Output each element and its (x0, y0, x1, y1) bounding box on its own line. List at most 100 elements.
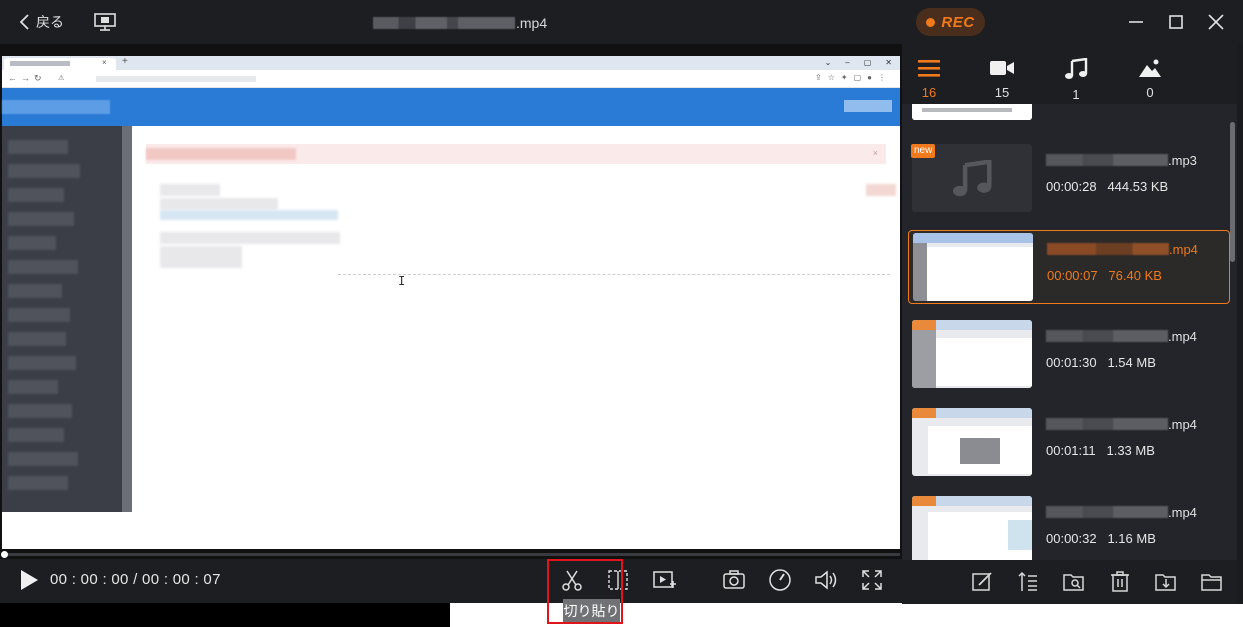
enhance-icon[interactable] (651, 567, 677, 593)
sort-icon[interactable] (1016, 570, 1040, 594)
thumbnail (912, 496, 1032, 560)
file-meta: 00:01:30 1.54 MB (1046, 355, 1156, 370)
thumbnail (912, 320, 1032, 388)
file-size: 1.54 MB (1107, 355, 1156, 370)
file-meta: 00:00:07 76.40 KB (1047, 268, 1162, 283)
recorded-site-header (2, 88, 900, 126)
recorded-content (160, 210, 338, 220)
trash-icon[interactable] (1108, 570, 1132, 594)
video-icon (990, 61, 1014, 75)
recorded-sidebar (2, 126, 132, 512)
monitor-icon[interactable] (93, 12, 117, 32)
export-icon[interactable] (1154, 570, 1178, 594)
search-folder-icon[interactable] (1062, 570, 1086, 594)
progress-bar[interactable] (0, 549, 902, 559)
filter-video[interactable]: 15 (977, 52, 1027, 102)
list-scrollbar[interactable] (1230, 122, 1235, 262)
thumbnail (913, 233, 1033, 301)
rec-button[interactable]: REC (916, 8, 985, 36)
bottom-strip (0, 603, 450, 627)
file-ext: .mp4 (1168, 416, 1197, 432)
recorded-alert: × (146, 144, 886, 164)
recorded-browser-tabs: × + ⌄ – ▢ ✕ (2, 56, 900, 70)
file-size: 1.33 MB (1106, 443, 1155, 458)
music-icon (953, 160, 992, 197)
file-size: 444.53 KB (1107, 179, 1169, 194)
text-cursor-icon: I (398, 274, 406, 288)
title-bar: 戻る .mp4 REC (0, 0, 1243, 44)
file-name: .mp4 (1046, 504, 1197, 520)
filter-audio-count: 1 (1072, 87, 1080, 102)
video-frame: × + ⌄ – ▢ ✕ ←→↻ ⚠ ⇪☆✦▢●⋮ × I (2, 56, 900, 549)
list-item[interactable]: new .mp3 00:00:28 444.53 KB (908, 142, 1230, 216)
recorded-sidebar-edge (122, 126, 132, 512)
filter-image[interactable]: 0 (1125, 52, 1175, 102)
file-size: 76.40 KB (1108, 268, 1162, 283)
recorded-content (866, 184, 896, 196)
file-name: .mp3 (1046, 152, 1197, 168)
list-item[interactable]: .mp4 00:00:32 1.16 MB (908, 494, 1230, 560)
back-button[interactable]: 戻る (18, 11, 64, 33)
recorded-newtab-icon: + (122, 56, 128, 67)
filter-all[interactable]: 16 (904, 52, 954, 102)
file-meta: 00:01:11 1.33 MB (1046, 443, 1155, 458)
folder-icon[interactable] (1200, 570, 1224, 594)
maximize-icon[interactable] (1166, 12, 1186, 32)
filter-bar: 16 15 1 0 (902, 44, 1243, 104)
file-name: .mp4 (1046, 328, 1197, 344)
file-ext: .mp3 (1168, 152, 1197, 168)
file-title: .mp4 (373, 14, 547, 32)
cut-highlight-box (547, 559, 623, 624)
recordings-list: new .mp3 00:00:28 444.53 KB .mp4 00:00:0… (902, 104, 1243, 560)
list-item[interactable]: .mp4 00:01:30 1.54 MB (908, 318, 1230, 392)
duration: 00:00:32 (1046, 531, 1097, 546)
duration: 00:01:11 (1046, 443, 1096, 458)
recorded-content (160, 198, 278, 210)
camera-icon[interactable] (721, 567, 747, 593)
image-icon (1139, 59, 1161, 77)
recorded-window-controls: ⌄ – ▢ ✕ (824, 58, 892, 67)
duration: 00:00:07 (1047, 268, 1098, 283)
progress-track (2, 553, 900, 556)
edit-icon[interactable] (970, 570, 994, 594)
list-item-selected[interactable]: .mp4 00:00:07 76.40 KB (908, 230, 1230, 304)
panel-toolbar (902, 560, 1243, 604)
duration: 00:00:28 (1046, 179, 1097, 194)
list-item[interactable]: .mp4 00:01:11 1.33 MB (908, 406, 1230, 480)
progress-handle[interactable] (1, 551, 8, 558)
player-controls: 00 : 00 : 00 / 00 : 00 : 07 (0, 559, 902, 603)
file-ext: .mp4 (1169, 241, 1198, 257)
recorded-tab: × (4, 58, 116, 70)
thumbnail (912, 408, 1032, 476)
thumbnail (912, 104, 1032, 120)
list-item[interactable] (908, 104, 1230, 124)
filter-image-count: 0 (1146, 85, 1154, 100)
recorded-divider (338, 274, 890, 275)
minimize-icon[interactable] (1126, 12, 1146, 32)
speed-icon[interactable] (767, 567, 793, 593)
timecode: 00 : 00 : 00 / 00 : 00 : 07 (50, 571, 221, 588)
volume-icon[interactable] (813, 567, 839, 593)
close-icon[interactable] (1206, 12, 1226, 32)
recorded-address-bar: ←→↻ ⚠ ⇪☆✦▢●⋮ (2, 70, 900, 88)
filter-all-count: 16 (921, 85, 937, 100)
file-meta: 00:00:32 1.16 MB (1046, 531, 1156, 546)
file-meta: 00:00:28 444.53 KB (1046, 179, 1168, 194)
chevron-left-icon (19, 14, 29, 30)
file-title-ext: .mp4 (516, 15, 548, 31)
filter-audio[interactable]: 1 (1051, 52, 1101, 102)
record-dot-icon (926, 17, 936, 27)
file-ext: .mp4 (1168, 504, 1197, 520)
file-ext: .mp4 (1168, 328, 1197, 344)
rec-label: REC (941, 13, 975, 31)
music-icon (1065, 58, 1088, 79)
play-icon[interactable] (18, 569, 40, 591)
recorded-content (160, 232, 340, 244)
fullscreen-icon[interactable] (859, 567, 885, 593)
file-name: .mp4 (1046, 416, 1197, 432)
file-name-redacted (373, 17, 515, 29)
video-preview[interactable]: × + ⌄ – ▢ ✕ ←→↻ ⚠ ⇪☆✦▢●⋮ × I (0, 44, 902, 549)
new-badge: new (911, 144, 936, 158)
back-label: 戻る (36, 14, 64, 30)
file-size: 1.16 MB (1107, 531, 1156, 546)
